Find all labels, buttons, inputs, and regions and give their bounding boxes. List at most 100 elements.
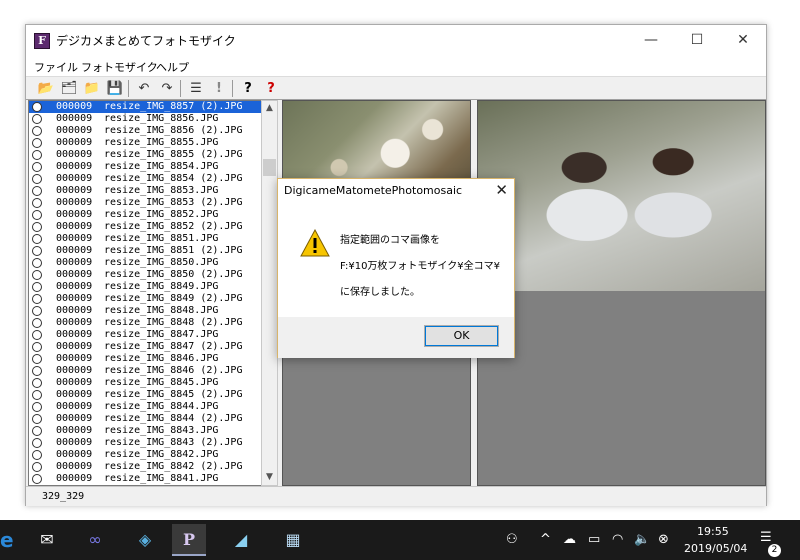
menu-file[interactable]: ファイル	[34, 59, 78, 75]
infinity-app-icon[interactable]: ∞	[78, 524, 112, 556]
list-icon[interactable]: ☰	[186, 79, 206, 99]
list-item[interactable]: 000009 resize_IMG_8842.JPG	[29, 449, 263, 461]
list-item[interactable]: 000009 resize_IMG_8845 (2).JPG	[29, 389, 263, 401]
dialog-close-icon[interactable]: ✕	[495, 181, 508, 199]
list-item[interactable]: 000009 resize_IMG_8857 (2).JPG	[29, 101, 263, 113]
list-item[interactable]: 000009 resize_IMG_8854.JPG	[29, 161, 263, 173]
list-item[interactable]: 000009 resize_IMG_8853.JPG	[29, 185, 263, 197]
cloud-icon[interactable]: ☁	[563, 532, 576, 547]
ok-button[interactable]: OK	[424, 325, 499, 347]
list-item[interactable]: 000009 resize_IMG_8854 (2).JPG	[29, 173, 263, 185]
image-app-icon[interactable]: ▦	[276, 524, 310, 556]
file-list[interactable]: 000009 resize_IMG_8857 (2).JPG 000009 resiz…	[28, 100, 264, 486]
list-item[interactable]: 000009 resize_IMG_8850 (2).JPG	[29, 269, 263, 281]
notification-icon[interactable]: ☰	[760, 530, 772, 545]
list-item[interactable]: 000009 resize_IMG_8846 (2).JPG	[29, 365, 263, 377]
list-item[interactable]: 000009 resize_IMG_8843.JPG	[29, 425, 263, 437]
radio-icon[interactable]	[32, 102, 42, 112]
radio-icon[interactable]	[32, 174, 42, 184]
list-item[interactable]: 000009 resize_IMG_8851 (2).JPG	[29, 245, 263, 257]
undo-icon[interactable]: ↶	[134, 79, 154, 99]
radio-icon[interactable]	[32, 342, 42, 352]
radio-icon[interactable]	[32, 318, 42, 328]
list-item[interactable]: 000009 resize_IMG_8847 (2).JPG	[29, 341, 263, 353]
list-item[interactable]: 000009 resize_IMG_8855 (2).JPG	[29, 149, 263, 161]
radio-icon[interactable]	[32, 198, 42, 208]
radio-icon[interactable]	[32, 258, 42, 268]
wifi-icon[interactable]: ◠	[612, 532, 623, 547]
radio-icon[interactable]	[32, 150, 42, 160]
edge-icon[interactable]: e	[0, 524, 14, 556]
list-item[interactable]: 000009 resize_IMG_8856.JPG	[29, 113, 263, 125]
blocked-icon[interactable]: ⊗	[658, 532, 669, 547]
radio-icon[interactable]	[32, 462, 42, 472]
maximize-button[interactable]: ☐	[674, 25, 720, 55]
list-item[interactable]: 000009 resize_IMG_8849 (2).JPG	[29, 293, 263, 305]
list-item[interactable]: 000009 resize_IMG_8841.JPG	[29, 473, 263, 485]
list-item[interactable]: 000009 resize_IMG_8845.JPG	[29, 377, 263, 389]
help-red-icon[interactable]: ?	[261, 79, 281, 99]
volume-icon[interactable]: 🔈	[634, 532, 650, 547]
scroll-thumb[interactable]	[263, 159, 276, 176]
list-item[interactable]: 000009 resize_IMG_8852 (2).JPG	[29, 221, 263, 233]
radio-icon[interactable]	[32, 282, 42, 292]
list-scrollbar[interactable]: ▲ ▼	[261, 100, 278, 486]
radio-icon[interactable]	[32, 354, 42, 364]
chevron-up-icon[interactable]: ^	[540, 532, 551, 547]
radio-icon[interactable]	[32, 438, 42, 448]
mail-icon[interactable]: ✉	[30, 524, 64, 556]
list-item[interactable]: 000009 resize_IMG_8849.JPG	[29, 281, 263, 293]
close-button[interactable]: ✕	[720, 25, 766, 55]
radio-icon[interactable]	[32, 138, 42, 148]
people-icon[interactable]: ⚇	[506, 532, 518, 547]
redo-icon[interactable]: ↷	[157, 79, 177, 99]
menu-photomosaic[interactable]: フォトモザイク	[81, 59, 158, 75]
radio-icon[interactable]	[32, 126, 42, 136]
exclamation-icon[interactable]: !	[209, 79, 229, 99]
radio-icon[interactable]	[32, 162, 42, 172]
radio-icon[interactable]	[32, 402, 42, 412]
radio-icon[interactable]	[32, 390, 42, 400]
radio-icon[interactable]	[32, 186, 42, 196]
list-item[interactable]: 000009 resize_IMG_8852.JPG	[29, 209, 263, 221]
radio-icon[interactable]	[32, 474, 42, 484]
menu-help[interactable]: ヘルプ	[156, 59, 189, 75]
radio-icon[interactable]	[32, 114, 42, 124]
list-item[interactable]: 000009 resize_IMG_8855.JPG	[29, 137, 263, 149]
list-item[interactable]: 000009 resize_IMG_8846.JPG	[29, 353, 263, 365]
list-item[interactable]: 000009 resize_IMG_8844.JPG	[29, 401, 263, 413]
radio-icon[interactable]	[32, 210, 42, 220]
clock-time[interactable]: 19:55	[697, 525, 729, 538]
radio-icon[interactable]	[32, 306, 42, 316]
list-item[interactable]: 000009 resize_IMG_8844 (2).JPG	[29, 413, 263, 425]
title-bar[interactable]: F デジカメまとめてフォトモザイク — ☐ ✕	[26, 25, 766, 56]
battery-icon[interactable]: ▭	[588, 532, 600, 547]
list-item[interactable]: 000009 resize_IMG_8848.JPG	[29, 305, 263, 317]
radio-icon[interactable]	[32, 378, 42, 388]
folder-icon[interactable]: 📁	[82, 79, 102, 99]
list-item[interactable]: 000009 resize_IMG_8856 (2).JPG	[29, 125, 263, 137]
diamond-app-icon[interactable]: ◈	[128, 524, 162, 556]
radio-icon[interactable]	[32, 270, 42, 280]
radio-icon[interactable]	[32, 294, 42, 304]
radio-icon[interactable]	[32, 414, 42, 424]
photomosaic-app-icon[interactable]: P	[172, 524, 206, 556]
clock-date[interactable]: 2019/05/04	[684, 542, 747, 555]
radio-icon[interactable]	[32, 450, 42, 460]
pen-app-icon[interactable]: ◢	[224, 524, 258, 556]
list-item[interactable]: 000009 resize_IMG_8847.JPG	[29, 329, 263, 341]
scroll-down-icon[interactable]: ▼	[262, 470, 277, 485]
list-item[interactable]: 000009 resize_IMG_8853 (2).JPG	[29, 197, 263, 209]
minimize-button[interactable]: —	[628, 25, 674, 55]
help-icon[interactable]: ?	[238, 79, 258, 99]
list-item[interactable]: 000009 resize_IMG_8850.JPG	[29, 257, 263, 269]
radio-icon[interactable]	[32, 222, 42, 232]
radio-icon[interactable]	[32, 330, 42, 340]
save-icon[interactable]: 💾	[105, 79, 125, 99]
new-folder-icon[interactable]: 🗂	[59, 79, 79, 99]
list-item[interactable]: 000009 resize_IMG_8842 (2).JPG	[29, 461, 263, 473]
radio-icon[interactable]	[32, 426, 42, 436]
list-item[interactable]: 000009 resize_IMG_8851.JPG	[29, 233, 263, 245]
list-item[interactable]: 000009 resize_IMG_8843 (2).JPG	[29, 437, 263, 449]
open-folder-icon[interactable]: 📂	[36, 79, 56, 99]
